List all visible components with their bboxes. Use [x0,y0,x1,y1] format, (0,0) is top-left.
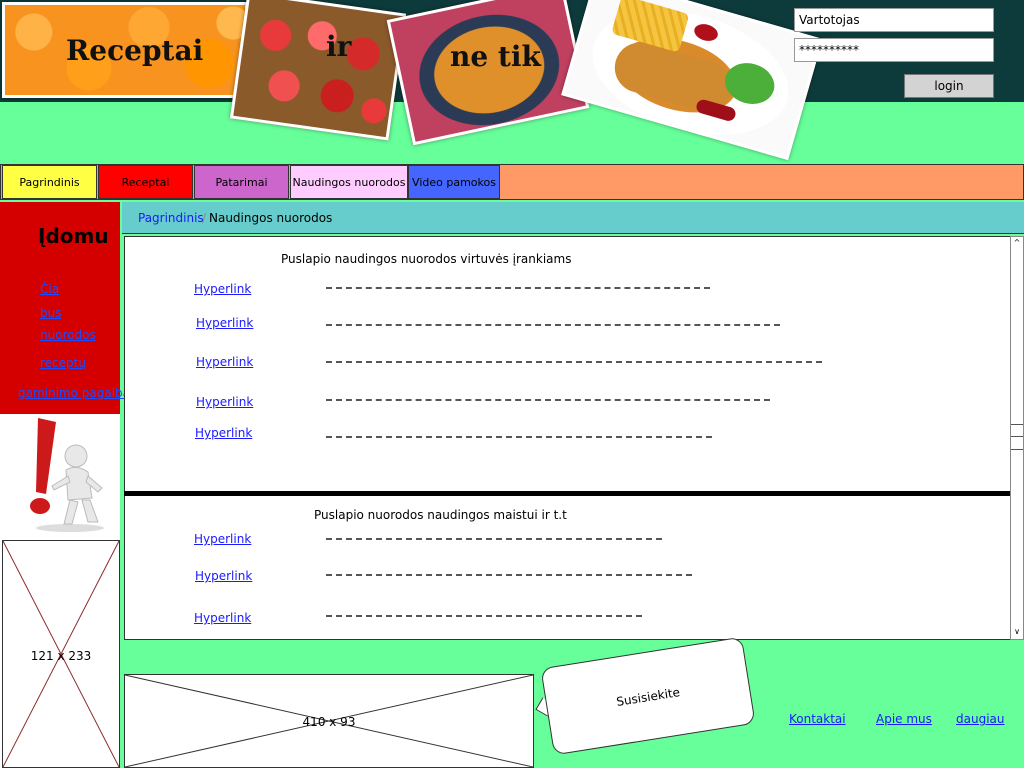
breadcrumb-separator: / [202,211,207,225]
hyperlink[interactable]: Hyperlink [194,532,251,546]
hyperlink[interactable]: Hyperlink [196,316,253,330]
section-title: Puslapio nuorodos naudingos maistui ir t… [314,508,567,522]
link-description-placeholder [326,615,642,617]
link-description-placeholder [326,361,822,363]
placeholder-size-label: 121 x 233 [30,649,92,663]
hyperlink[interactable]: Hyperlink [194,282,251,296]
section-divider [124,491,1012,496]
tab-pagrindinis[interactable]: Pagrindinis [2,165,97,199]
site-title-word-2: ir [326,30,352,63]
content-panel [124,236,1012,640]
sidebar-link[interactable]: receptų [40,356,86,370]
tab-video-pamokos[interactable]: Video pamokos [408,165,500,199]
tab-receptai[interactable]: Receptai [98,165,193,199]
contact-speech-bubble[interactable]: Susisiekite [540,636,756,756]
hyperlink[interactable]: Hyperlink [196,395,253,409]
sidebar-link[interactable]: gaminimo pagalba [18,386,130,400]
sidebar-link[interactable]: Čia [40,282,59,296]
link-description-placeholder [326,538,662,540]
sidebar-title: Įdomu [38,224,109,248]
password-input[interactable] [794,38,994,62]
tab-naudingos-nuorodos[interactable]: Naudingos nuorodos [290,165,408,199]
breadcrumb-current: Naudingos nuorodos [209,211,333,225]
hyperlink[interactable]: Hyperlink [194,611,251,625]
sidebar-link[interactable]: bus [40,306,61,320]
site-title-word-3: ne tik [450,40,541,73]
sidebar-link[interactable]: nuorodos [40,328,96,342]
username-input[interactable] [794,8,994,32]
footer-link-apie-mus[interactable]: Apie mus [876,712,932,726]
hyperlink[interactable]: Hyperlink [195,426,252,440]
footer-link-daugiau[interactable]: daugiau [956,712,1005,726]
scroll-down-icon[interactable]: ∨ [1011,626,1023,638]
section-title: Puslapio naudingos nuorodos virtuvės įra… [281,252,572,266]
placeholder-size-label: 410 x 93 [302,715,356,729]
link-description-placeholder [326,399,770,401]
link-description-placeholder [326,436,712,438]
link-description-placeholder [326,324,780,326]
tab-patarimai[interactable]: Patarimai [194,165,289,199]
link-description-placeholder [326,287,710,289]
breadcrumb-home-link[interactable]: Pagrindinis [138,211,204,225]
apples-photo [229,0,407,141]
hyperlink[interactable]: Hyperlink [195,569,252,583]
exclamation-figure-icon [30,418,104,532]
link-description-placeholder [326,574,692,576]
scroll-up-icon[interactable]: ^ [1011,237,1023,249]
hyperlink[interactable]: Hyperlink [196,355,253,369]
footer-link-kontaktai[interactable]: Kontaktai [789,712,846,726]
image-placeholder-bottom: 410 x 93 [124,674,534,768]
scroll-thumb[interactable] [1011,424,1023,450]
site-title-word-1: Receptai [66,34,204,67]
login-button[interactable]: login [904,74,994,98]
image-placeholder-left: 121 x 233 [2,540,120,768]
